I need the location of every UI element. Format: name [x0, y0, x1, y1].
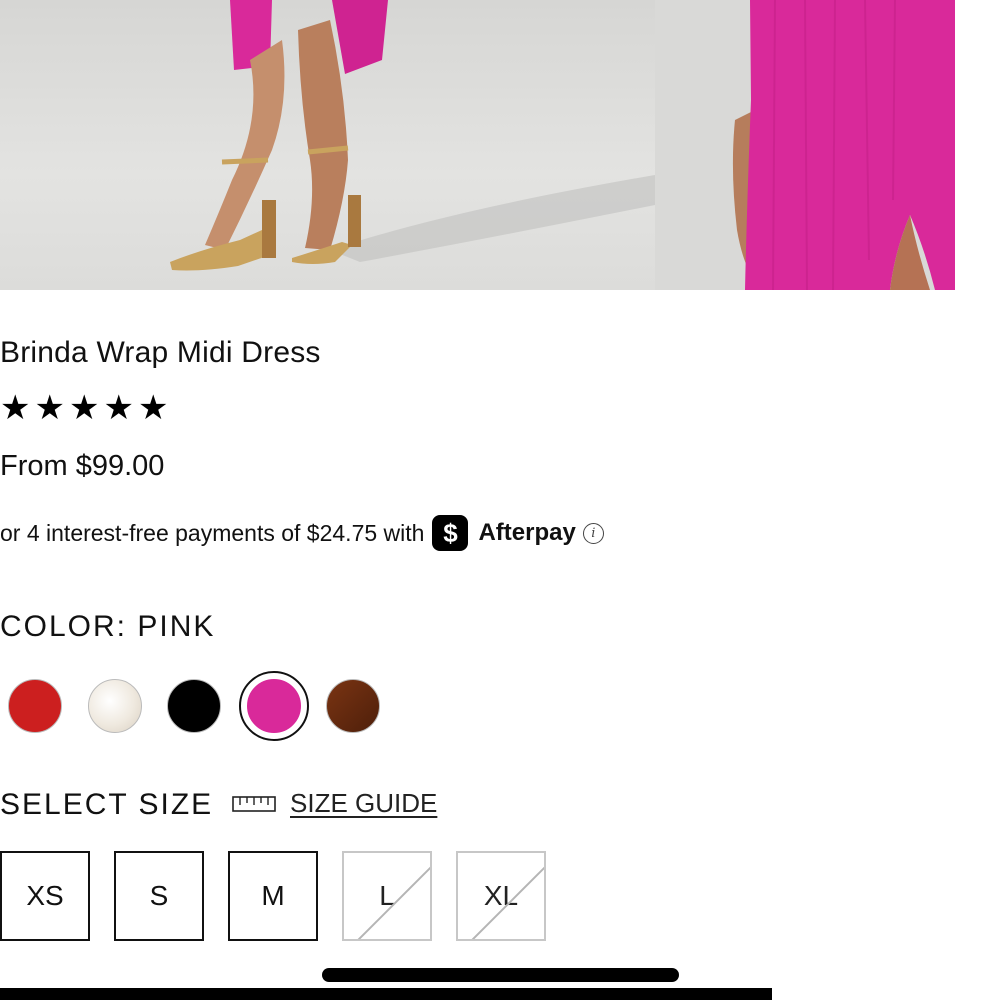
star-icon: ★	[68, 389, 100, 427]
product-price: From $99.00	[0, 450, 165, 482]
add-to-bag-bar-edge[interactable]	[0, 988, 772, 1000]
afterpay-text: or 4 interest-free payments of $24.75 wi…	[0, 519, 425, 546]
info-icon[interactable]: i	[582, 522, 604, 544]
product-photo-legs-heels[interactable]	[0, 0, 655, 290]
product-title: Brinda Wrap Midi Dress	[0, 336, 321, 369]
size-label: L	[379, 880, 395, 911]
afterpay-logo-icon: $	[432, 515, 469, 551]
size-guide-label: SIZE GUIDE	[290, 788, 438, 818]
star-icon: ★	[103, 389, 134, 427]
swatch-black[interactable]	[167, 679, 221, 733]
size-option-m[interactable]: M	[228, 851, 318, 941]
home-indicator	[322, 968, 679, 982]
swatch-pink[interactable]	[247, 679, 301, 733]
size-option-xs[interactable]: XS	[0, 851, 90, 941]
size-label: XL	[483, 880, 519, 911]
size-option-l-unavailable[interactable]: L	[342, 851, 432, 941]
swatch-red[interactable]	[8, 679, 62, 733]
swatch-ivory[interactable]	[88, 679, 142, 733]
color-label: COLOR: PINK	[0, 610, 215, 644]
size-label: S	[149, 880, 169, 911]
size-option-s[interactable]: S	[114, 851, 204, 941]
color-swatches	[0, 668, 400, 748]
size-label: M	[261, 880, 285, 911]
color-label-text: COLOR:	[0, 610, 128, 643]
size-option-xl-unavailable[interactable]: XL	[456, 851, 546, 941]
star-icon: ★	[137, 389, 169, 427]
ruler-icon	[232, 795, 276, 812]
size-guide-link[interactable]: SIZE GUIDE	[232, 788, 437, 819]
product-image-gallery[interactable]	[0, 0, 955, 290]
size-label: XS	[26, 880, 64, 911]
star-icon: ★	[34, 389, 65, 427]
selected-color-value: PINK	[137, 610, 216, 643]
select-size-label: SELECT SIZE	[0, 788, 214, 821]
afterpay-brand: Afterpay	[478, 519, 576, 546]
star-icon: ★	[0, 389, 31, 427]
rating-stars[interactable]: ★ ★ ★ ★ ★	[0, 388, 168, 428]
afterpay-message[interactable]: or 4 interest-free payments of $24.75 wi…	[0, 515, 604, 551]
product-photo-dress-detail[interactable]	[655, 0, 955, 290]
swatch-brown[interactable]	[326, 679, 380, 733]
